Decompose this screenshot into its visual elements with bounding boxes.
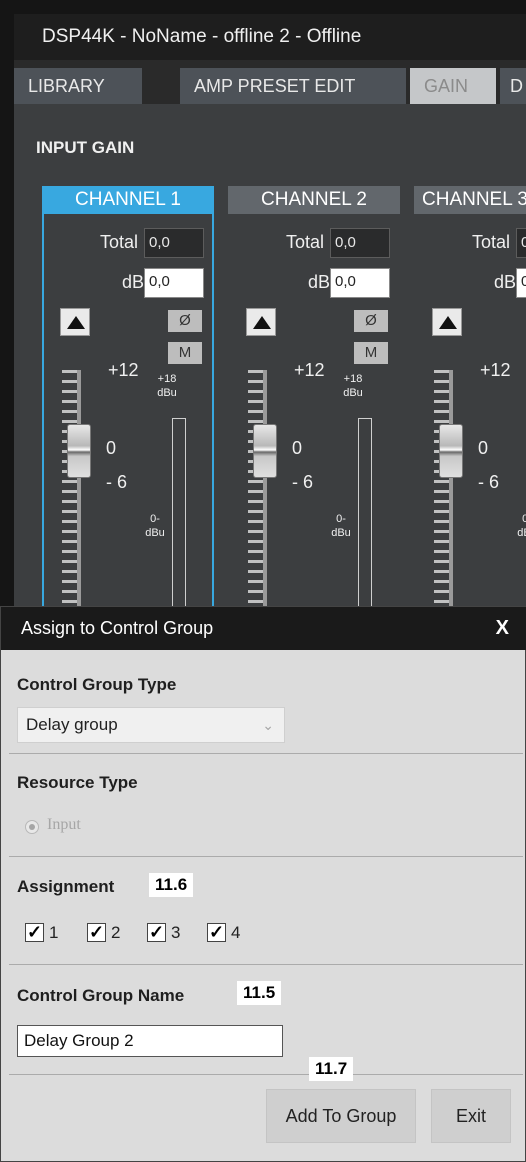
scale-label-plus12: +12 [480, 360, 511, 380]
section-title: INPUT GAIN [36, 138, 135, 157]
total-value: 0,0 [144, 228, 204, 258]
checkbox-label: 2 [111, 923, 121, 942]
resource-input-label: Input [47, 816, 81, 833]
tab-d[interactable]: D [500, 68, 526, 104]
mute-button[interactable]: M [168, 342, 202, 364]
fader-track [263, 370, 267, 630]
scale-label-minus6: - 6 [292, 472, 314, 492]
exit-button[interactable]: Exit [431, 1089, 511, 1143]
fader-track [77, 370, 81, 630]
gain-up-button[interactable] [432, 308, 462, 336]
total-label: Total [285, 232, 324, 252]
resource-type-section [9, 754, 523, 857]
add-to-group-button[interactable]: Add To Group [266, 1089, 416, 1143]
close-button[interactable]: X [496, 607, 509, 650]
db-input[interactable]: 0,0 [144, 268, 204, 298]
assignment-label: Assignment [17, 877, 115, 896]
group-name-label: Control Group Name [17, 986, 185, 1005]
channel-header[interactable]: CHANNEL 2 [228, 186, 400, 214]
group-type-select[interactable]: Delay group ⌄ [17, 707, 285, 743]
channel-strip-3: CHANNEL 3 Total 0 dB 0 +12 0 - 6 0- dBu [414, 186, 526, 630]
checkbox-label: 3 [171, 923, 181, 942]
scale-label-plus12: +12 [108, 360, 139, 380]
scale-label-minus6: - 6 [106, 472, 128, 492]
scale-label-zero: 0 [106, 438, 117, 458]
group-type-label: Control Group Type [17, 675, 177, 694]
gain-up-button[interactable] [60, 308, 90, 336]
group-name-input[interactable] [17, 1025, 283, 1057]
callout-badge-11-5: 11.5 [237, 981, 282, 1005]
assign-control-group-dialog: Assign to Control Group X Control Group … [0, 606, 526, 1162]
checkbox-check-icon: ✓ [25, 922, 44, 942]
total-value: 0,0 [330, 228, 390, 258]
meter-mid-label: 0- dBu [331, 513, 351, 539]
resource-input-radio[interactable] [25, 820, 39, 834]
scale-label-plus12: +12 [294, 360, 325, 380]
callout-badge-11-6: 11.6 [149, 873, 194, 897]
db-label: dB [121, 272, 144, 292]
group-type-value: Delay group [26, 715, 118, 734]
channel-header[interactable]: CHANNEL 3 [414, 186, 526, 214]
tab-gain[interactable]: GAIN [410, 68, 496, 104]
dialog-title: Assign to Control Group [1, 607, 526, 650]
scale-label-minus6: - 6 [478, 472, 500, 492]
mute-button[interactable]: M [354, 342, 388, 364]
db-label: dB [493, 272, 516, 292]
callout-badge-11-7: 11.7 [309, 1057, 354, 1081]
checkbox-label: 1 [49, 923, 59, 942]
assignment-section [9, 857, 523, 965]
gain-up-button[interactable] [246, 308, 276, 336]
phase-button[interactable]: Ø [354, 310, 388, 332]
level-meter [358, 418, 372, 618]
db-input[interactable]: 0,0 [330, 268, 390, 298]
checkbox-check-icon: ✓ [87, 922, 106, 942]
scale-label-zero: 0 [478, 438, 489, 458]
total-label: Total [471, 232, 510, 252]
total-value: 0 [516, 228, 526, 258]
checkbox-label: 4 [231, 923, 241, 942]
db-input[interactable]: 0 [516, 268, 526, 298]
meter-top-label: +18 dBu [343, 373, 363, 399]
tab-library[interactable]: LIBRARY [14, 68, 142, 104]
channel-header[interactable]: CHANNEL 1 [42, 186, 214, 214]
chevron-down-icon: ⌄ [262, 717, 274, 733]
scale-label-zero: 0 [292, 438, 303, 458]
level-meter [172, 418, 186, 618]
app-window: DSP44K - NoName - offline 2 - Offline LI… [0, 0, 526, 630]
window-title: DSP44K - NoName - offline 2 - Offline [14, 14, 526, 60]
meter-top-label: +18 dBu [157, 373, 177, 399]
db-label: dB [307, 272, 330, 292]
resource-type-label: Resource Type [17, 773, 138, 792]
channel-strip-2: CHANNEL 2 Total 0,0 dB 0,0 Ø M +12 0 - 6… [228, 186, 400, 630]
fader-knob[interactable] [253, 424, 277, 478]
tab-amp-preset-edit[interactable]: AMP PRESET EDIT [180, 68, 406, 104]
checkbox-check-icon: ✓ [207, 922, 226, 942]
fader-knob[interactable] [67, 424, 91, 478]
phase-button[interactable]: Ø [168, 310, 202, 332]
total-label: Total [99, 232, 138, 252]
channel-strip-1: CHANNEL 1 Total 0,0 dB 0,0 Ø M +12 0 - 6… [42, 186, 214, 630]
fader-knob[interactable] [439, 424, 463, 478]
fader-track [449, 370, 453, 630]
checkbox-check-icon: ✓ [147, 922, 166, 942]
tab-bar: LIBRARY AMP PRESET EDIT GAIN D [14, 60, 526, 104]
meter-mid-label: 0- dBu [517, 513, 526, 539]
gain-panel: INPUT GAIN CHANNEL 1 Total 0,0 dB 0,0 Ø … [14, 104, 526, 630]
meter-mid-label: 0- dBu [145, 513, 165, 539]
